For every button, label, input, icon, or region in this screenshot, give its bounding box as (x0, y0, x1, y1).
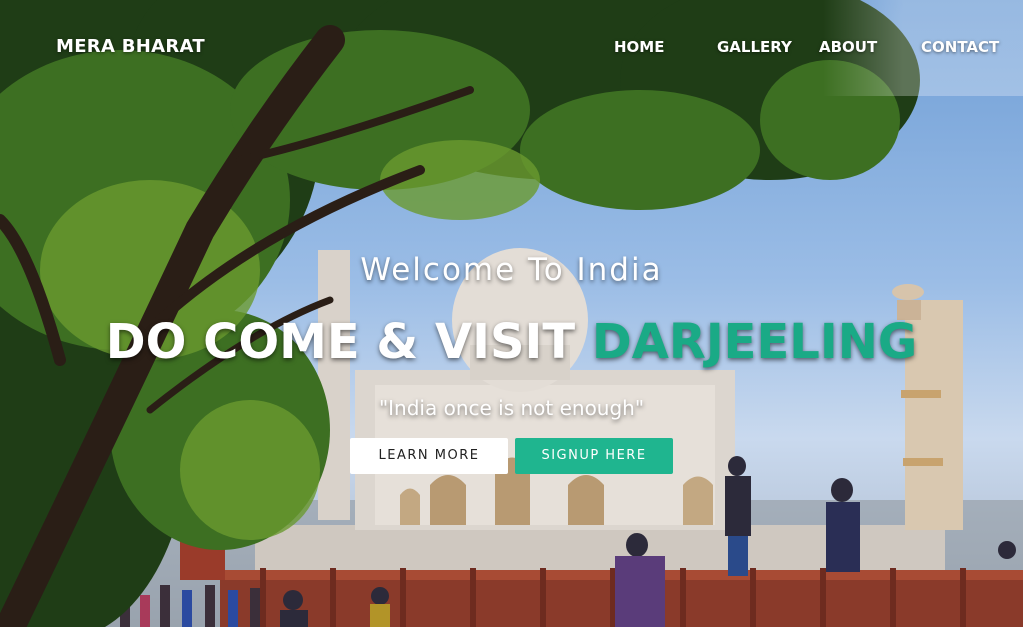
nav-link-about[interactable]: ABOUT (819, 38, 877, 56)
brand-logo[interactable]: MERA BHARAT (56, 36, 205, 57)
signup-button[interactable]: SIGNUP HERE (515, 438, 673, 474)
welcome-heading: Welcome To India (360, 252, 663, 288)
headline-main: DO COME & VISIT (105, 314, 576, 370)
learn-more-button[interactable]: LEARN MORE (350, 438, 508, 474)
nav-link-home[interactable]: HOME (614, 38, 664, 56)
hero-headline: DO COME & VISIT DARJEELING (0, 314, 1023, 370)
nav-link-contact[interactable]: CONTACT (921, 38, 999, 56)
hero-tagline: "India once is not enough" (378, 396, 645, 420)
nav-link-gallery[interactable]: GALLERY (717, 38, 792, 56)
top-nav: MERA BHARAT HOME GALLERY ABOUT CONTACT (0, 0, 1023, 96)
headline-accent: DARJEELING (591, 314, 918, 370)
